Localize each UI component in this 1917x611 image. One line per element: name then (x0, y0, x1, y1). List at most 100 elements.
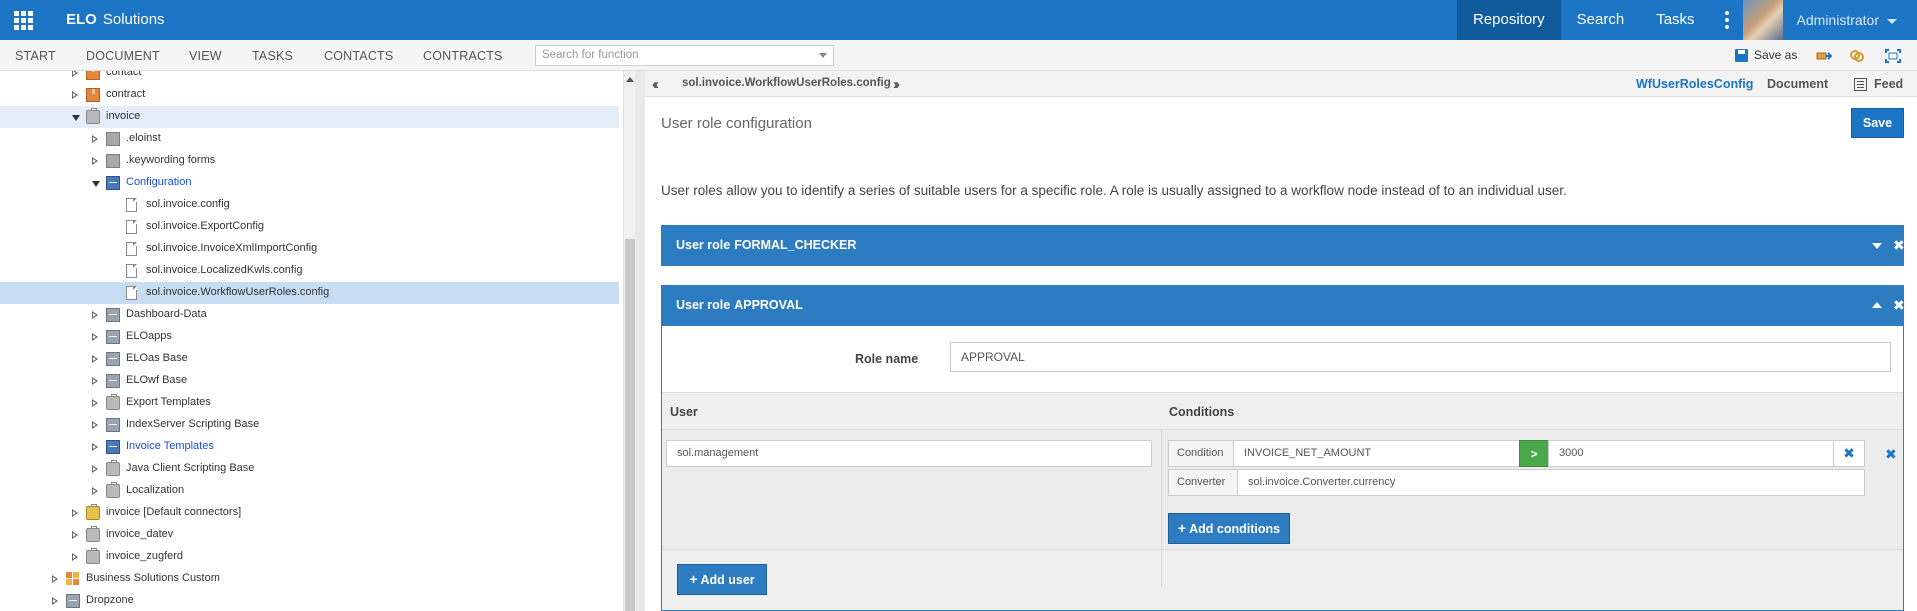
expand-icon[interactable] (92, 311, 98, 319)
user-field[interactable]: sol.management (666, 440, 1152, 467)
expand-icon[interactable] (92, 135, 98, 143)
role-header-formal-checker[interactable]: User role FORMAL_CHECKER ✖ (661, 225, 1905, 266)
expand-icon[interactable] (72, 553, 78, 561)
tree-item[interactable]: ELOwf Base (0, 370, 619, 392)
tree-item[interactable]: invoice [Default connectors] (0, 502, 619, 524)
tree-item[interactable]: Dropzone (0, 590, 619, 611)
tree-item[interactable]: .keywording forms (0, 150, 619, 172)
tree-item[interactable]: Export Templates (0, 392, 619, 414)
ribbon-tab-contracts[interactable]: CONTRACTS (423, 49, 503, 63)
expand-icon[interactable] (1872, 243, 1882, 249)
tree-item[interactable]: sol.invoice.config (0, 194, 619, 216)
collapse-icon[interactable] (72, 115, 80, 121)
tree-item[interactable]: sol.invoice.InvoiceXmlImportConfig (0, 238, 619, 260)
expand-icon[interactable] (92, 355, 98, 363)
tab-feed[interactable]: Feed (1874, 77, 1903, 91)
remove-role-icon[interactable]: ✖ (1893, 298, 1905, 312)
link-icon[interactable] (1849, 49, 1865, 63)
remove-user-icon[interactable]: ✖ (1885, 446, 1897, 463)
package-icon (86, 88, 100, 102)
tree-item[interactable]: Dashboard-Data (0, 304, 619, 326)
tree-item[interactable]: contact (0, 71, 619, 84)
expand-icon[interactable] (72, 531, 78, 539)
briefcase-icon (106, 394, 120, 410)
collapse-icon[interactable] (1872, 302, 1882, 308)
briefcase-icon (86, 108, 100, 124)
checkout-icon[interactable] (1816, 49, 1832, 63)
expand-icon[interactable] (72, 509, 78, 517)
function-search-input[interactable]: Search for function (535, 45, 834, 66)
expand-icon[interactable] (92, 443, 98, 451)
chevron-right-icon[interactable]: ›› (893, 76, 900, 93)
ribbon-tab-start[interactable]: START (15, 49, 56, 63)
operator-button[interactable]: > (1519, 440, 1549, 467)
ribbon-tab-tasks[interactable]: TASKS (252, 49, 293, 63)
fullscreen-icon[interactable] (1885, 49, 1901, 63)
tree-item[interactable]: IndexServer Scripting Base (0, 414, 619, 436)
table-row: sol.management Condition INVOICE_NET_AMO… (662, 429, 1903, 587)
expand-icon[interactable] (92, 465, 98, 473)
tree-scrollbar[interactable] (623, 71, 635, 611)
expand-icon[interactable] (92, 333, 98, 341)
expand-icon[interactable] (92, 399, 98, 407)
expand-icon[interactable] (92, 487, 98, 495)
repository-tree: contact contract invoice .eloinst .keywordin… (0, 71, 623, 611)
condition-field-select[interactable]: INVOICE_NET_AMOUNT (1233, 440, 1520, 467)
tree-item[interactable]: Invoice Templates (0, 436, 619, 458)
tree-item[interactable]: sol.invoice.WorkflowUserRoles.config (0, 282, 619, 304)
scroll-up-icon[interactable] (626, 77, 634, 82)
app-launcher-icon[interactable] (14, 11, 34, 31)
tree-item[interactable]: invoice (0, 106, 619, 128)
tree-item[interactable]: ELOas Base (0, 348, 619, 370)
pane-splitter[interactable] (635, 71, 645, 611)
condition-value-field[interactable]: 3000 (1548, 440, 1834, 467)
scrollbar-thumb[interactable] (625, 239, 635, 611)
user-menu[interactable]: Administrator (1783, 0, 1917, 40)
expand-icon[interactable] (92, 421, 98, 429)
tree-item[interactable]: contract (0, 84, 619, 106)
role-name-field[interactable]: APPROVAL (950, 342, 1891, 372)
remove-condition-icon[interactable]: ✖ (1833, 440, 1865, 467)
save-as-button[interactable]: Save as (1735, 48, 1797, 62)
page-title: User role configuration (661, 115, 812, 132)
converter-label: Converter (1168, 469, 1238, 496)
tree-item[interactable]: invoice_datev (0, 524, 619, 546)
tab-wfuserrolesconfig[interactable]: WfUserRolesConfig (1636, 77, 1753, 91)
ribbon-tab-contacts[interactable]: CONTACTS (324, 49, 393, 63)
chevron-left-icon[interactable]: ‹‹ (652, 76, 659, 93)
tree-item-label: ELOwf Base (126, 374, 188, 386)
converter-field[interactable]: sol.invoice.Converter.currency (1237, 469, 1865, 496)
expand-icon[interactable] (52, 575, 58, 583)
nav-search[interactable]: Search (1561, 0, 1641, 40)
tree-item[interactable]: ELOapps (0, 326, 619, 348)
ribbon-tab-view[interactable]: VIEW (189, 49, 222, 63)
role-header-approval[interactable]: User role APPROVAL ✖ (661, 285, 1905, 326)
expand-icon[interactable] (52, 597, 58, 605)
nav-repository[interactable]: Repository (1456, 0, 1561, 40)
add-conditions-button[interactable]: + Add conditions (1168, 513, 1290, 544)
tree-item[interactable]: sol.invoice.ExportConfig (0, 216, 619, 238)
tree-item[interactable]: sol.invoice.LocalizedKwls.config (0, 260, 619, 282)
document-icon (126, 286, 137, 300)
collapse-icon[interactable] (92, 181, 100, 187)
tree-item[interactable]: Business Solutions Custom (0, 568, 619, 590)
remove-role-icon[interactable]: ✖ (1893, 238, 1905, 252)
nav-tasks[interactable]: Tasks (1640, 0, 1710, 40)
expand-icon[interactable] (92, 157, 98, 165)
tab-document[interactable]: Document (1767, 77, 1828, 91)
add-user-button[interactable]: + Add user (677, 564, 767, 595)
tree-item[interactable]: Localization (0, 480, 619, 502)
tree-item-label: sol.invoice.LocalizedKwls.config (146, 264, 303, 276)
tree-item[interactable]: Java Client Scripting Base (0, 458, 619, 480)
expand-icon[interactable] (92, 377, 98, 385)
save-button[interactable]: Save (1851, 108, 1904, 138)
feed-icon (1854, 78, 1867, 91)
expand-icon[interactable] (72, 71, 78, 77)
tree-item[interactable]: invoice_zugferd (0, 546, 619, 568)
tree-item[interactable]: Configuration (0, 172, 619, 194)
expand-icon[interactable] (72, 91, 78, 99)
ribbon-tab-document[interactable]: DOCUMENT (86, 49, 160, 63)
avatar[interactable] (1742, 0, 1783, 40)
tree-item[interactable]: .eloinst (0, 128, 619, 150)
more-menu-icon[interactable] (1711, 0, 1743, 40)
